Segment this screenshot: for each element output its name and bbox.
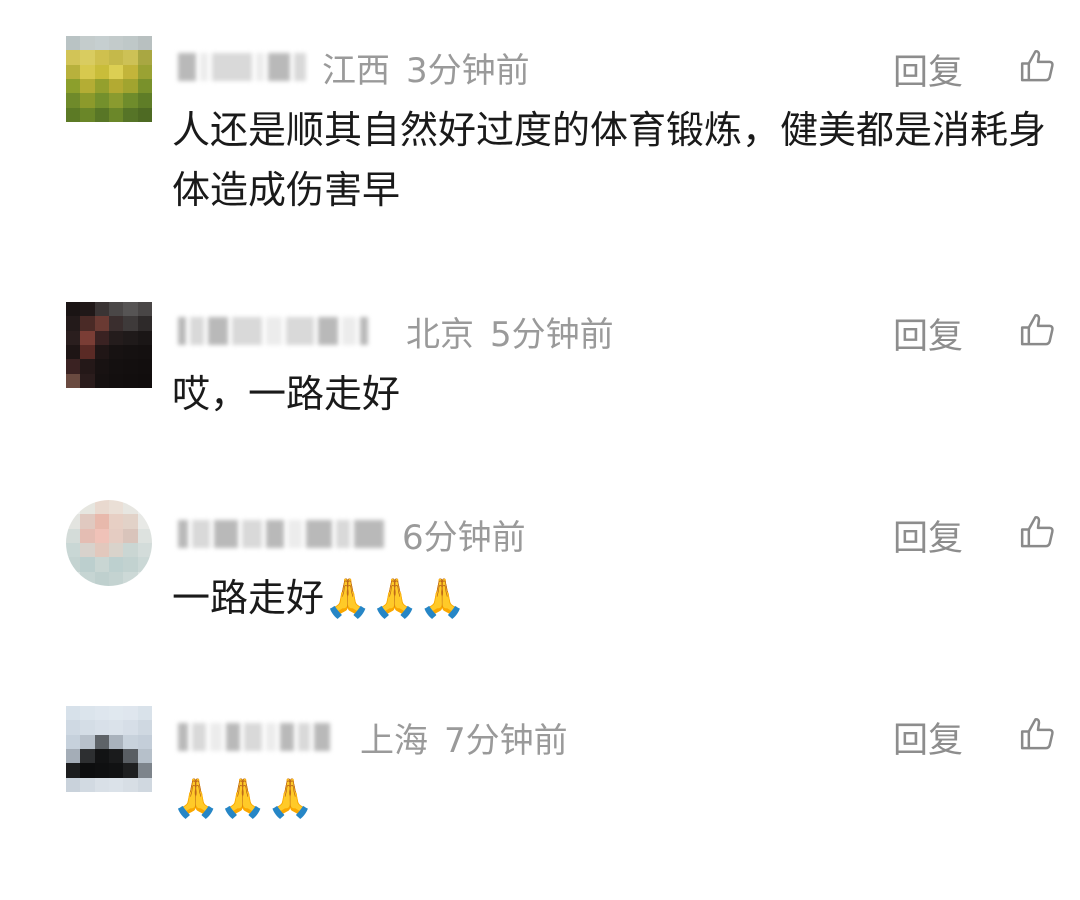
avatar[interactable] (66, 706, 152, 792)
flower-avatar-icon (66, 500, 152, 586)
dark-avatar-icon (66, 302, 152, 388)
reply-button[interactable]: 回复 (893, 510, 963, 561)
location-label: 上海 (360, 720, 428, 761)
thumbs-up-icon[interactable] (1018, 714, 1058, 754)
avatar[interactable] (66, 302, 152, 388)
mountain-avatar-icon (66, 706, 152, 792)
comment-text: 🙏🙏🙏 (172, 776, 314, 820)
username-blurred[interactable] (178, 49, 306, 85)
username-blurred[interactable] (178, 516, 386, 552)
time-label: 3分钟前 (406, 50, 530, 91)
reply-button[interactable]: 回复 (893, 712, 963, 763)
username-blurred[interactable] (178, 719, 344, 755)
avatar[interactable] (66, 500, 152, 586)
thumbs-up-icon[interactable] (1018, 310, 1058, 350)
comment-text: 一路走好🙏🙏🙏 (172, 576, 466, 620)
thumbs-up-icon[interactable] (1018, 512, 1058, 552)
time-label: 7分钟前 (444, 720, 568, 761)
landscape-avatar-icon (66, 36, 152, 122)
avatar[interactable] (66, 36, 152, 122)
comment-meta: 北京 5分钟前 (178, 307, 614, 355)
comment-text: 人还是顺其自然好过度的体育锻炼，健美都是消耗身体造成伤害早 (172, 108, 1047, 212)
comment-meta: 上海 7分钟前 (178, 713, 568, 761)
location-label: 北京 (406, 314, 474, 355)
reply-button[interactable]: 回复 (893, 44, 963, 95)
location-label: 江西 (322, 50, 390, 91)
comment-meta: 江西 3分钟前 (178, 43, 530, 91)
username-blurred[interactable] (178, 313, 390, 349)
time-label: 6分钟前 (402, 517, 526, 558)
comment-meta: 6分钟前 (178, 510, 526, 558)
time-label: 5分钟前 (490, 314, 614, 355)
comment-text: 哎，一路走好 (172, 372, 401, 416)
thumbs-up-icon[interactable] (1018, 46, 1058, 86)
reply-button[interactable]: 回复 (893, 308, 963, 359)
